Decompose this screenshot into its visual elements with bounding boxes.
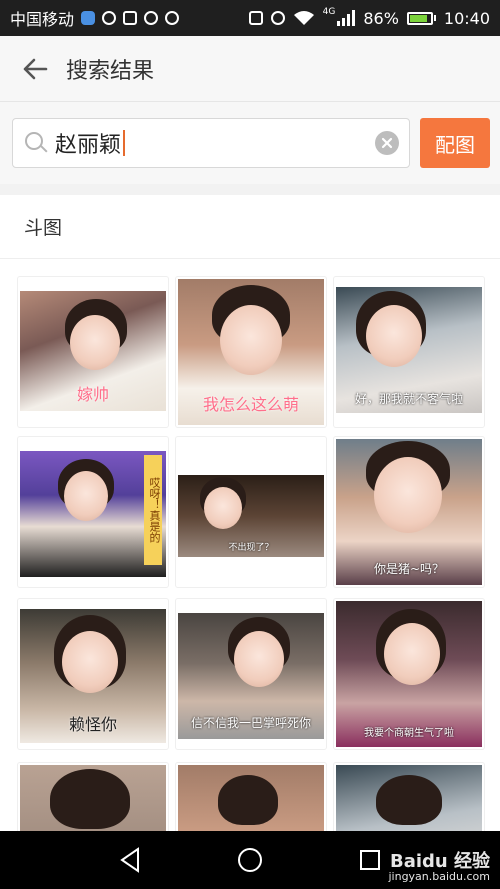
close-icon [381, 137, 393, 149]
search-bar: 赵丽颖 配图 [0, 102, 500, 184]
result-card[interactable]: 不出现了？ [176, 437, 326, 587]
result-card[interactable]: 信不信我一巴掌呼死你 [176, 599, 326, 749]
watermark-brand: Baidu 经验 [389, 850, 490, 872]
result-card[interactable]: 我要个商朝生气了啦 [334, 599, 484, 749]
battery-icon [406, 11, 436, 25]
baidu-watermark: Baidu 经验 jingyan.baidu.com [388, 850, 490, 884]
result-caption: 哎呀！真是的 [144, 455, 162, 565]
square-recents-icon [360, 850, 380, 870]
result-caption: 好，那我就不客气啦 [354, 392, 463, 406]
result-caption: 我要个商朝生气了啦 [364, 728, 454, 739]
result-card[interactable]: 好，那我就不客气啦 [334, 277, 484, 427]
text-caret [123, 130, 126, 156]
result-card[interactable]: 哎呀！真是的 [18, 437, 168, 587]
message-icon [102, 11, 117, 25]
section-title: 斗图 [0, 195, 500, 259]
gallery-icon [123, 11, 138, 25]
clear-search-button[interactable] [375, 131, 399, 155]
page-title: 搜索结果 [66, 58, 155, 84]
back-arrow-icon [23, 58, 48, 79]
watermark-url: jingyan.baidu.com [388, 870, 490, 884]
nav-back-button[interactable] [115, 845, 145, 875]
signal-icon [337, 10, 356, 26]
network-type: 4G [322, 7, 336, 17]
search-input[interactable]: 赵丽颖 [12, 118, 410, 168]
result-image: 你是猪~吗？ [336, 439, 482, 585]
result-caption: 赖怪你 [68, 715, 117, 734]
match-image-button[interactable]: 配图 [420, 118, 490, 168]
app-icon [144, 11, 159, 25]
result-card[interactable]: 嫁帅 [18, 277, 168, 427]
cloud-icon [165, 11, 180, 25]
vibrate-icon [248, 11, 263, 25]
search-query-text: 赵丽颖 [55, 133, 122, 158]
result-image: 不出现了？ [178, 475, 324, 557]
carrier-name: 中国移动 [10, 10, 75, 29]
app-header: 搜索结果 [0, 36, 500, 102]
result-caption: 嫁帅 [76, 385, 109, 404]
result-card[interactable]: 我怎么这么萌 [176, 277, 326, 427]
result-card[interactable]: 你是猪~吗？ [334, 437, 484, 587]
result-card[interactable]: 赖怪你 [18, 599, 168, 749]
clock: 10:40 [443, 8, 490, 28]
alarm-icon [270, 11, 285, 25]
result-image: 好，那我就不客气啦 [336, 287, 482, 413]
result-caption: 我怎么这么萌 [202, 395, 299, 414]
nav-recents-button[interactable] [355, 845, 385, 875]
wifi-icon [293, 11, 314, 25]
status-bar: 中国移动 4G 86% 10:40 [0, 0, 500, 36]
search-icon [23, 130, 49, 156]
back-button[interactable] [18, 52, 52, 86]
result-caption: 信不信我一巴掌呼死你 [190, 716, 311, 730]
app-notification-icon [81, 11, 96, 25]
result-image: 赖怪你 [20, 609, 166, 743]
result-caption: 不出现了？ [228, 543, 274, 553]
battery-percent: 86% [363, 8, 399, 28]
triangle-back-icon [120, 847, 139, 873]
result-image: 我怎么这么萌 [178, 279, 324, 425]
nav-home-button[interactable] [235, 845, 265, 875]
search-query[interactable]: 赵丽颖 [55, 127, 375, 159]
result-image: 哎呀！真是的 [20, 451, 166, 577]
home-circle-icon [238, 848, 262, 872]
result-caption: 你是猪~吗？ [373, 562, 445, 576]
result-image: 我要个商朝生气了啦 [336, 601, 482, 747]
result-image: 嫁帅 [20, 291, 166, 411]
result-image: 信不信我一巴掌呼死你 [178, 613, 324, 739]
results-section: 斗图 嫁帅 我怎么这么萌 好，那我就不客气啦 哎呀！真是的 不出现了？ 你是猪~… [0, 195, 500, 889]
